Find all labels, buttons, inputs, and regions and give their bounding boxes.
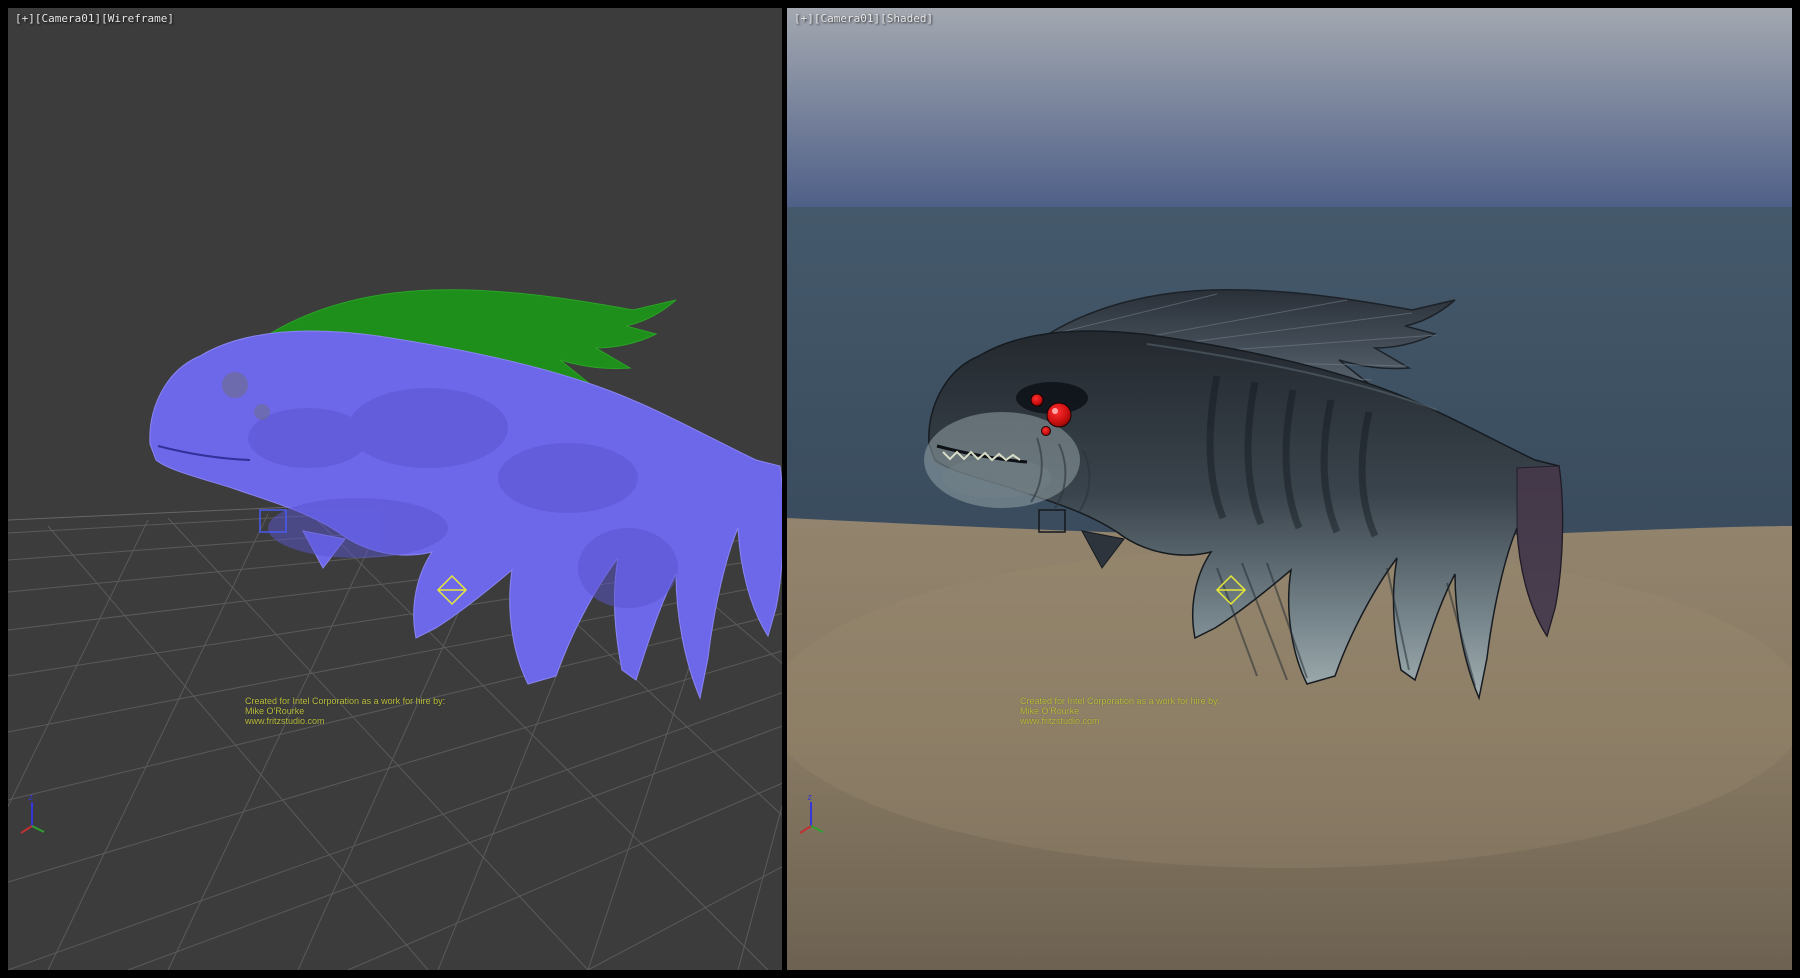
shaded-canvas[interactable] (787, 8, 1792, 970)
axis-y-icon (32, 826, 44, 832)
viewport-shaded[interactable]: [+][Camera01][Shaded] (787, 8, 1792, 970)
world-axis-tripod: z (795, 790, 835, 838)
camera-menu-label[interactable]: [Camera01] (35, 12, 101, 25)
sky (787, 8, 1792, 207)
axis-x-icon (800, 826, 811, 833)
viewport-menu-button[interactable]: [+] (794, 12, 814, 25)
world-axis-tripod: z (16, 790, 56, 838)
fish-eye-small-upper (1031, 394, 1043, 406)
fish-eye-small-lower (1042, 427, 1051, 436)
fish-eye-wireframe (222, 372, 248, 398)
watermark: Created for Intel Corporation as a work … (1020, 696, 1220, 726)
watermark-line: www.fritzstudio.com (245, 716, 445, 726)
watermark-line: Mike O'Rourke (245, 706, 445, 716)
watermark: Created for Intel Corporation as a work … (245, 696, 445, 726)
watermark-line: Created for Intel Corporation as a work … (245, 696, 445, 706)
wireframe-canvas[interactable] (8, 8, 782, 970)
axis-z-label: z (28, 793, 33, 803)
watermark-line: Mike O'Rourke (1020, 706, 1220, 716)
watermark-line: Created for Intel Corporation as a work … (1020, 696, 1220, 706)
eye-highlight (1052, 408, 1058, 414)
viewport-menu-button[interactable]: [+] (15, 12, 35, 25)
axis-y-icon (811, 826, 823, 832)
fish-eye-wireframe-small (254, 404, 270, 420)
fish-model-wireframe[interactable] (150, 331, 782, 698)
shading-mode-label[interactable]: [Shaded] (880, 12, 933, 25)
axis-x-icon (21, 826, 32, 833)
camera-menu-label[interactable]: [Camera01] (814, 12, 880, 25)
axis-z-label: z (807, 793, 812, 803)
shading-mode-label[interactable]: [Wireframe] (101, 12, 174, 25)
watermark-line: www.fritzstudio.com (1020, 716, 1220, 726)
viewport-label-left: [+][Camera01][Wireframe] (15, 12, 174, 25)
viewport-label-right: [+][Camera01][Shaded] (794, 12, 933, 25)
viewport-area: [+][Camera01][Wireframe] (0, 0, 1800, 978)
viewport-wireframe[interactable]: [+][Camera01][Wireframe] (8, 8, 782, 970)
fish-eye-main (1047, 403, 1071, 427)
